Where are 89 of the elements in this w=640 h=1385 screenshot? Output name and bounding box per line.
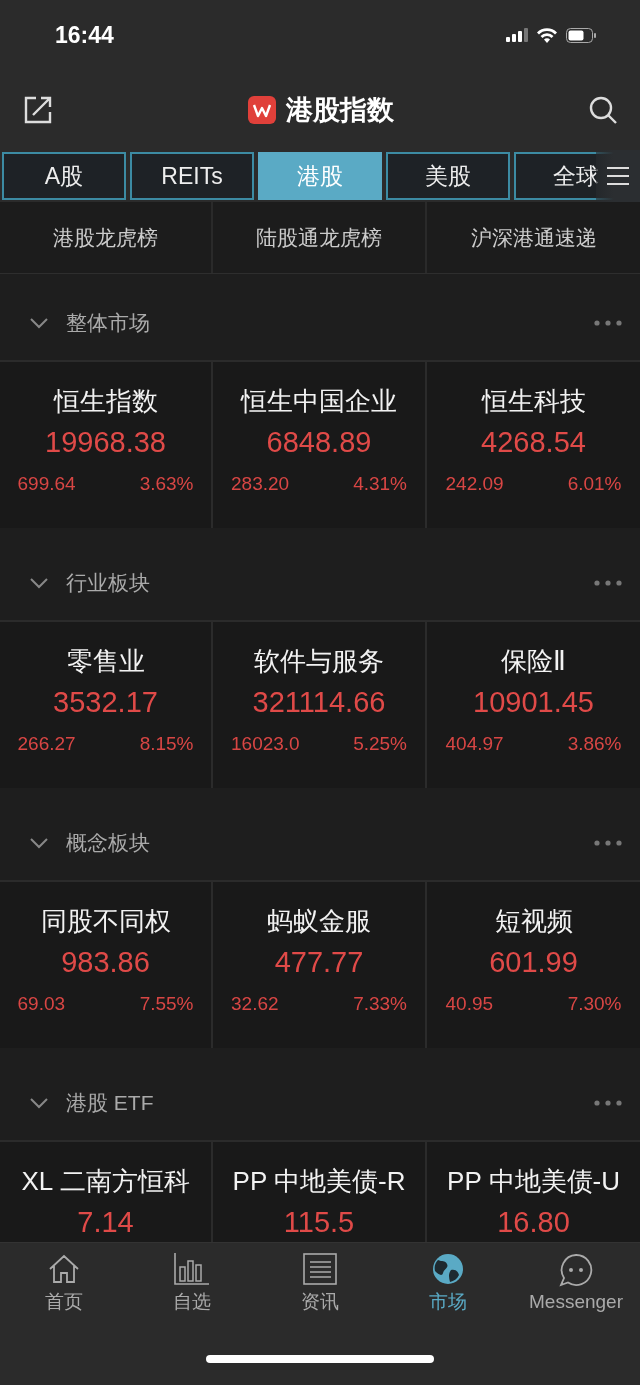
share-icon[interactable] xyxy=(23,95,53,125)
nav-tab[interactable]: 资讯 xyxy=(256,1253,384,1315)
page-title: 港股指数 xyxy=(285,94,394,127)
index-price: 7.14 xyxy=(77,1206,134,1239)
index-name: 同股不同权 xyxy=(40,905,171,938)
more-icon[interactable] xyxy=(594,840,622,846)
change-value: 283.20 xyxy=(231,473,290,495)
index-name: PP 中地美债-R xyxy=(232,1165,406,1198)
change-value: 40.95 xyxy=(445,993,494,1015)
chevron-icon[interactable] xyxy=(30,837,48,849)
market-tab[interactable]: A股 xyxy=(2,152,126,200)
index-card[interactable]: 保险Ⅱ 10901.45 404.97 3.86% xyxy=(427,622,640,788)
index-name: 蚂蚁金服 xyxy=(267,905,371,938)
change-percent: 6.01% xyxy=(567,473,622,495)
index-price: 601.99 xyxy=(489,946,578,979)
menu-icon[interactable] xyxy=(606,166,630,186)
index-card[interactable]: 恒生中国企业 6848.89 283.20 4.31% xyxy=(213,362,427,528)
index-price: 16.80 xyxy=(497,1206,570,1239)
change-percent: 3.86% xyxy=(567,733,622,755)
index-card[interactable]: 短视频 601.99 40.95 7.30% xyxy=(427,882,640,1048)
index-name: 恒生科技 xyxy=(481,385,586,418)
index-card[interactable]: PP 中地美债-U 16.80 xyxy=(427,1142,640,1242)
section-title: 行业板块 xyxy=(66,570,151,596)
change-percent: 7.30% xyxy=(567,993,622,1015)
change-percent: 3.63% xyxy=(139,473,194,495)
section-title: 概念板块 xyxy=(66,830,151,856)
change-value: 404.97 xyxy=(445,733,504,755)
index-name: 恒生指数 xyxy=(53,385,158,418)
chevron-icon[interactable] xyxy=(30,577,48,589)
index-card[interactable]: 软件与服务 321114.66 16023.0 5.25% xyxy=(213,622,427,788)
index-price: 6848.89 xyxy=(266,426,372,459)
change-percent: 7.55% xyxy=(139,993,194,1015)
change-percent: 8.15% xyxy=(139,733,194,755)
index-price: 983.86 xyxy=(61,946,150,979)
globe-icon xyxy=(432,1253,464,1285)
index-card[interactable]: PP 中地美债-R 115.5 xyxy=(213,1142,427,1242)
index-price: 321114.66 xyxy=(252,686,386,719)
battery-icon xyxy=(566,27,596,43)
change-value: 32.62 xyxy=(231,993,279,1015)
index-card[interactable]: 恒生指数 19968.38 699.64 3.63% xyxy=(0,362,213,528)
nav-tab[interactable]: Messenger xyxy=(512,1253,640,1315)
index-card[interactable]: 恒生科技 4268.54 242.09 6.01% xyxy=(427,362,640,528)
index-price: 19968.38 xyxy=(45,426,166,459)
status-time: 16:44 xyxy=(55,21,114,49)
index-name: 恒生中国企业 xyxy=(241,385,397,418)
bar-chart-icon xyxy=(174,1253,210,1285)
index-name: XL 二南方恒科 xyxy=(21,1165,190,1198)
market-tab[interactable]: 美股 xyxy=(386,152,510,200)
chat-icon xyxy=(559,1253,593,1287)
nav-tab[interactable]: 自选 xyxy=(128,1253,256,1315)
index-price: 477.77 xyxy=(274,946,364,979)
change-value: 69.03 xyxy=(17,993,66,1015)
change-value: 699.64 xyxy=(17,473,76,495)
index-card[interactable]: 零售业 3532.17 266.27 8.15% xyxy=(0,622,213,788)
more-icon[interactable] xyxy=(594,320,622,326)
more-icon[interactable] xyxy=(594,1100,622,1106)
wifi-icon xyxy=(536,27,558,43)
index-price: 115.5 xyxy=(283,1206,355,1239)
change-percent: 4.31% xyxy=(353,473,407,495)
index-name: 软件与服务 xyxy=(254,645,384,678)
index-name: 零售业 xyxy=(66,645,145,678)
index-card[interactable]: 同股不同权 983.86 69.03 7.55% xyxy=(0,882,213,1048)
list-link[interactable]: 沪深港通速递 xyxy=(427,202,640,273)
index-price: 4268.54 xyxy=(481,426,586,459)
index-card[interactable]: XL 二南方恒科 7.14 xyxy=(0,1142,213,1242)
index-price: 3532.17 xyxy=(53,686,158,719)
index-name: 短视频 xyxy=(494,905,573,938)
change-value: 266.27 xyxy=(17,733,76,755)
news-icon xyxy=(303,1253,337,1285)
index-price: 10901.45 xyxy=(473,686,594,719)
signal-icon xyxy=(506,28,528,42)
chevron-icon[interactable] xyxy=(30,317,48,329)
chevron-icon[interactable] xyxy=(30,1097,48,1109)
index-card[interactable]: 蚂蚁金服 477.77 32.62 7.33% xyxy=(213,882,427,1048)
section-title: 港股 ETF xyxy=(66,1090,155,1116)
change-value: 242.09 xyxy=(445,473,504,495)
search-icon[interactable] xyxy=(588,95,618,125)
logo-icon xyxy=(247,96,276,124)
market-tab[interactable]: REITs xyxy=(130,152,254,200)
more-icon[interactable] xyxy=(594,580,622,586)
index-name: 保险Ⅱ xyxy=(501,645,566,678)
index-name: PP 中地美债-U xyxy=(447,1165,620,1198)
nav-tab[interactable]: 市场 xyxy=(384,1253,512,1315)
change-value: 16023.0 xyxy=(231,733,300,755)
home-icon xyxy=(48,1253,80,1285)
nav-tab[interactable]: 首页 xyxy=(0,1253,128,1315)
change-percent: 7.33% xyxy=(353,993,407,1015)
change-percent: 5.25% xyxy=(353,733,407,755)
section-title: 整体市场 xyxy=(66,310,151,336)
